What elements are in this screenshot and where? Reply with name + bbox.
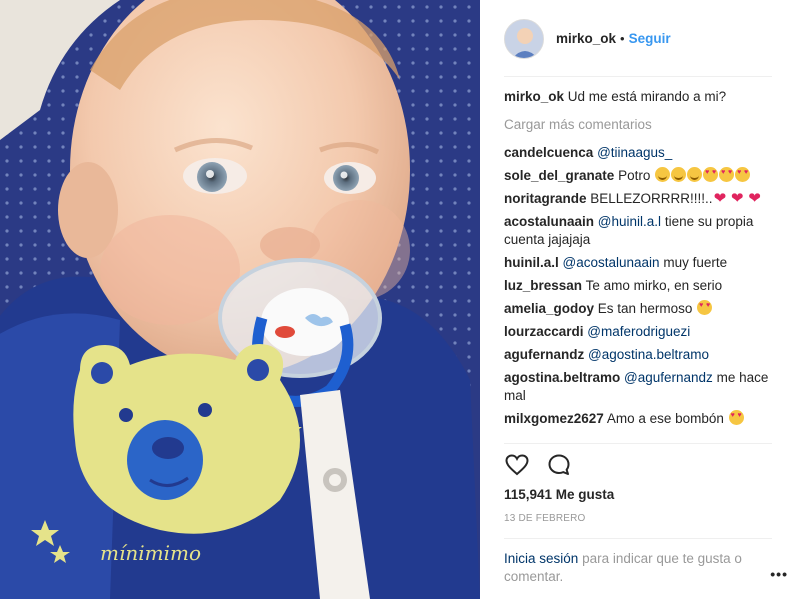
load-more-comments-button[interactable]: Cargar más comentarios bbox=[504, 116, 772, 134]
grinning-face-icon bbox=[671, 167, 687, 182]
heart-outline-icon[interactable] bbox=[504, 452, 530, 478]
comment-username[interactable]: acostalunaain bbox=[504, 214, 594, 229]
comment-item: agufernandz @agostina.beltramo bbox=[504, 346, 772, 364]
comment-text: muy fuerte bbox=[663, 255, 728, 270]
caption-text: Ud me está mirando a mi? bbox=[567, 89, 727, 104]
follow-button[interactable]: Seguir bbox=[629, 31, 671, 46]
post-actions bbox=[504, 452, 572, 478]
comment-item: huinil.a.l @acostalunaain muy fuerte bbox=[504, 254, 772, 272]
comment-item: lourzaccardi @maferodriguezi bbox=[504, 323, 772, 341]
login-prompt: Inicia sesión para indicar que te gusta … bbox=[504, 550, 764, 586]
comment-item: candelcuenca @tiinaagus_ bbox=[504, 144, 772, 162]
comment-item: milxgomez2627 Amo a ese bombón bbox=[504, 410, 772, 428]
comment-item: agostina.beltramo @agufernandz me hace m… bbox=[504, 369, 772, 405]
heart-eyes-icon bbox=[719, 167, 735, 182]
comment-text: Es tan hermoso bbox=[597, 301, 693, 316]
comment-username[interactable]: huinil.a.l bbox=[504, 255, 559, 270]
heart-eyes-icon bbox=[703, 167, 719, 182]
login-link[interactable]: Inicia sesión bbox=[504, 551, 578, 566]
shirt-print-text: mínimimo bbox=[100, 541, 201, 565]
heart-eyes-icon bbox=[697, 300, 713, 315]
heart-eyes-icon bbox=[728, 410, 744, 425]
separator-dot: • bbox=[620, 31, 625, 46]
comment-username[interactable]: agufernandz bbox=[504, 347, 584, 362]
post-side-panel: mirko_ok • Seguir mirko_ok Ud me está mi… bbox=[480, 0, 796, 599]
avatar-image bbox=[505, 19, 543, 58]
avatar[interactable] bbox=[504, 18, 544, 59]
comment-item: acostalunaain @huinil.a.l tiene su propi… bbox=[504, 213, 772, 249]
comment-username[interactable]: sole_del_granate bbox=[504, 168, 614, 183]
header-username[interactable]: mirko_ok bbox=[556, 31, 616, 46]
comment-text: BELLEZORRRR!!!!.. bbox=[590, 191, 713, 206]
comment-text: Amo a ese bombón bbox=[606, 411, 724, 426]
comment-username[interactable]: lourzaccardi bbox=[504, 324, 584, 339]
instagram-post: mínimimo mirko_ok • Seguir mirko_ok Ud m… bbox=[0, 0, 796, 599]
post-date[interactable]: 13 DE FEBRERO bbox=[504, 513, 586, 524]
post-photo[interactable]: mínimimo bbox=[0, 0, 480, 599]
more-options-icon[interactable]: ••• bbox=[770, 566, 788, 582]
comment-mention[interactable]: @agostina.beltramo bbox=[588, 347, 709, 362]
divider bbox=[504, 443, 772, 444]
comment-item: amelia_godoy Es tan hermoso bbox=[504, 300, 772, 318]
divider bbox=[504, 538, 772, 539]
grinning-face-icon bbox=[655, 167, 671, 182]
comment-text: Te amo mirko, en serio bbox=[585, 278, 723, 293]
comment-mention[interactable]: @agufernandz bbox=[624, 370, 713, 385]
comments-list: mirko_ok Ud me está mirando a mi? Cargar… bbox=[504, 88, 772, 433]
comment-item: sole_del_granate Potro bbox=[504, 167, 772, 185]
red-heart-icon: ❤ bbox=[730, 190, 744, 207]
comment-item: luz_bressan Te amo mirko, en serio bbox=[504, 277, 772, 295]
comment-mention[interactable]: @maferodriguezi bbox=[587, 324, 690, 339]
comment-mention[interactable]: @huinil.a.l bbox=[598, 214, 661, 229]
post-header: mirko_ok • Seguir bbox=[480, 0, 796, 77]
grinning-face-icon bbox=[687, 167, 703, 182]
likes-count[interactable]: 115,941 Me gusta bbox=[504, 487, 614, 502]
comment-username[interactable]: milxgomez2627 bbox=[504, 411, 604, 426]
comment-username[interactable]: luz_bressan bbox=[504, 278, 582, 293]
comment-text: Potro bbox=[618, 168, 651, 183]
comment-mention[interactable]: @tiinaagus_ bbox=[597, 145, 672, 160]
red-heart-icon: ❤ bbox=[713, 190, 727, 207]
comment-username[interactable]: agostina.beltramo bbox=[504, 370, 620, 385]
comment-username[interactable]: noritagrande bbox=[504, 191, 587, 206]
red-heart-icon: ❤ bbox=[748, 190, 761, 207]
caption-username[interactable]: mirko_ok bbox=[504, 89, 564, 104]
comment-username[interactable]: candelcuenca bbox=[504, 145, 593, 160]
comment-item: noritagrande BELLEZORRRR!!!!..❤ ❤ ❤ bbox=[504, 190, 772, 208]
speech-bubble-icon[interactable] bbox=[546, 452, 572, 478]
heart-eyes-icon bbox=[735, 167, 751, 182]
post-caption: mirko_ok Ud me está mirando a mi? bbox=[504, 88, 772, 106]
comment-mention[interactable]: @acostalunaain bbox=[563, 255, 660, 270]
baby-photo-illustration: mínimimo bbox=[0, 0, 480, 599]
comment-username[interactable]: amelia_godoy bbox=[504, 301, 594, 316]
